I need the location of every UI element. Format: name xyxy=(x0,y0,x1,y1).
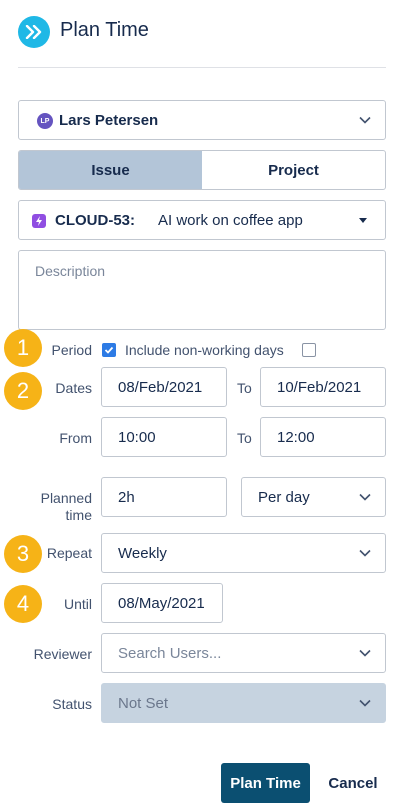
until-date-value: 08/May/2021 xyxy=(118,595,205,612)
end-time-input[interactable]: 12:00 xyxy=(260,417,386,457)
reviewer-select[interactable]: Search Users... xyxy=(101,633,386,673)
tab-project[interactable]: Project xyxy=(202,151,385,189)
planned-time-label-line2: time xyxy=(65,507,92,523)
start-time-input[interactable]: 10:00 xyxy=(101,417,227,457)
repeat-value: Weekly xyxy=(118,545,167,562)
planned-time-input[interactable]: 2h xyxy=(101,477,227,517)
start-date-input[interactable]: 08/Feb/2021 xyxy=(101,367,227,407)
end-date-input[interactable]: 10/Feb/2021 xyxy=(260,367,386,407)
planned-time-value: 2h xyxy=(118,489,135,506)
double-chevron-right-icon xyxy=(25,25,42,39)
from-label: From xyxy=(59,430,92,446)
epic-lightning-icon xyxy=(32,214,46,228)
description-input[interactable] xyxy=(19,251,385,329)
start-time-value: 10:00 xyxy=(118,429,156,446)
description-field[interactable] xyxy=(18,250,386,330)
user-select[interactable]: LP Lars Petersen xyxy=(18,100,386,140)
until-date-input[interactable]: 08/May/2021 xyxy=(101,583,223,623)
page-title: Plan Time xyxy=(60,19,149,41)
include-nonworking-checkbox[interactable] xyxy=(302,343,316,357)
time-to-label: To xyxy=(237,430,252,446)
dates-label: Dates xyxy=(55,380,92,396)
chevron-down-icon xyxy=(359,116,371,124)
user-name: Lars Petersen xyxy=(59,112,159,129)
plan-time-button[interactable]: Plan Time xyxy=(221,763,310,803)
planned-unit-value: Per day xyxy=(258,489,310,506)
repeat-select[interactable]: Weekly xyxy=(101,533,386,573)
period-label: Period xyxy=(51,342,92,358)
end-date-value: 10/Feb/2021 xyxy=(277,379,362,396)
avatar: LP xyxy=(37,113,53,129)
cancel-button[interactable]: Cancel xyxy=(320,763,386,803)
reviewer-label: Reviewer xyxy=(33,646,92,662)
status-select[interactable]: Not Set xyxy=(101,683,386,723)
period-checkbox[interactable] xyxy=(102,343,116,357)
tab-issue[interactable]: Issue xyxy=(19,151,202,189)
issue-key: CLOUD-53: xyxy=(55,212,136,229)
issue-select[interactable]: CLOUD-53: AI work on coffee app xyxy=(18,200,386,240)
issue-summary: AI work on coffee app xyxy=(158,212,303,229)
repeat-label: Repeat xyxy=(46,545,92,561)
chevron-down-icon xyxy=(359,493,371,501)
header-divider xyxy=(18,67,386,68)
checkmark-icon xyxy=(104,346,114,354)
until-label: Until xyxy=(63,596,92,612)
status-value: Not Set xyxy=(118,695,169,712)
chevron-down-icon xyxy=(359,549,371,557)
end-time-value: 12:00 xyxy=(277,429,315,446)
chevron-down-icon xyxy=(359,649,371,657)
caret-down-icon xyxy=(359,218,367,223)
planned-time-label-line1: Planned xyxy=(40,490,92,506)
chevron-down-icon xyxy=(359,699,371,707)
planned-unit-select[interactable]: Per day xyxy=(241,477,386,517)
status-label: Status xyxy=(52,696,92,712)
include-nonworking-label: Include non-working days xyxy=(125,342,284,358)
start-date-value: 08/Feb/2021 xyxy=(118,379,203,396)
plan-time-app-icon xyxy=(18,16,50,48)
reviewer-placeholder: Search Users... xyxy=(118,645,222,662)
scope-tabs: Issue Project xyxy=(18,150,386,190)
dates-to-label: To xyxy=(237,380,252,396)
